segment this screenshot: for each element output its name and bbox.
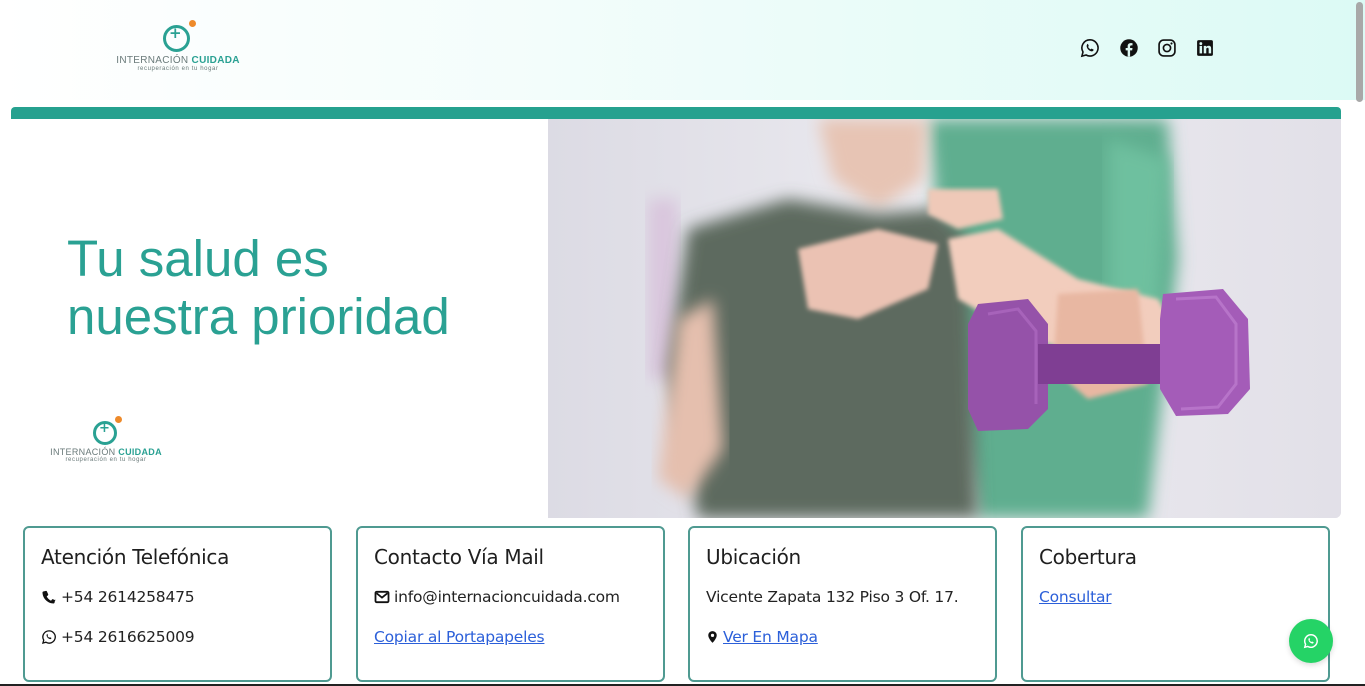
card-title: Cobertura [1039,545,1137,569]
whatsapp-link[interactable] [1078,36,1102,60]
physiotherapy-photo [548,119,1341,518]
card-title: Contacto Vía Mail [374,545,544,569]
card-mail: Contacto Vía Mail info@internacioncuidad… [356,526,665,682]
whatsapp-icon [1303,633,1318,649]
instagram-link[interactable] [1155,36,1179,60]
logo-name: INTERNACIÓN CUIDADA [116,55,240,66]
card-coverage: Cobertura Consultar [1021,526,1330,682]
card-title: Atención Telefónica [41,545,230,569]
hero-photo [548,119,1341,518]
phone-number-2[interactable]: +54 2616625009 [41,626,314,648]
card-title: Ubicación [706,545,801,569]
email-address[interactable]: info@internacioncuidada.com [374,586,647,608]
hero-top-bar [11,107,1341,119]
facebook-icon [1120,39,1138,57]
header-logo[interactable]: + INTERNACIÓN CUIDADA recuperación en tu… [116,20,240,72]
whatsapp-icon [1080,39,1099,58]
copy-to-clipboard-link[interactable]: Copiar al Portapapeles [374,626,647,648]
logo-mark-icon: + [160,20,196,54]
view-map-link[interactable]: Ver En Mapa [706,626,979,648]
linkedin-link[interactable] [1193,36,1217,60]
phone-icon [42,590,56,604]
logo-tagline: recuperación en tu hogar [65,457,147,463]
card-location: Ubicación Vicente Zapata 132 Piso 3 Of. … [688,526,997,682]
envelope-icon [374,590,390,604]
linkedin-icon [1197,40,1213,56]
floating-whatsapp-button[interactable] [1289,619,1333,663]
whatsapp-icon [41,630,56,644]
phone-number-1[interactable]: +54 2614258475 [41,586,314,608]
page-scrollbar[interactable] [1356,2,1363,102]
address-text: Vicente Zapata 132 Piso 3 Of. 17. [706,588,959,606]
map-marker-icon [708,631,717,643]
hero-logo: + INTERNACIÓN CUIDADA recuperación en tu… [50,416,162,463]
card-phone: Atención Telefónica +54 2614258475 +54 2… [23,526,332,682]
hero-title: Tu salud es nuestra prioridad [67,230,450,345]
logo-mark-icon: + [90,416,122,446]
instagram-icon [1158,39,1176,57]
logo-tagline: recuperación en tu hogar [137,66,219,72]
site-header: + INTERNACIÓN CUIDADA recuperación en tu… [0,0,1365,100]
facebook-link[interactable] [1117,36,1141,60]
logo-name: INTERNACIÓN CUIDADA [50,447,162,457]
coverage-consult-link[interactable]: Consultar [1039,586,1312,608]
